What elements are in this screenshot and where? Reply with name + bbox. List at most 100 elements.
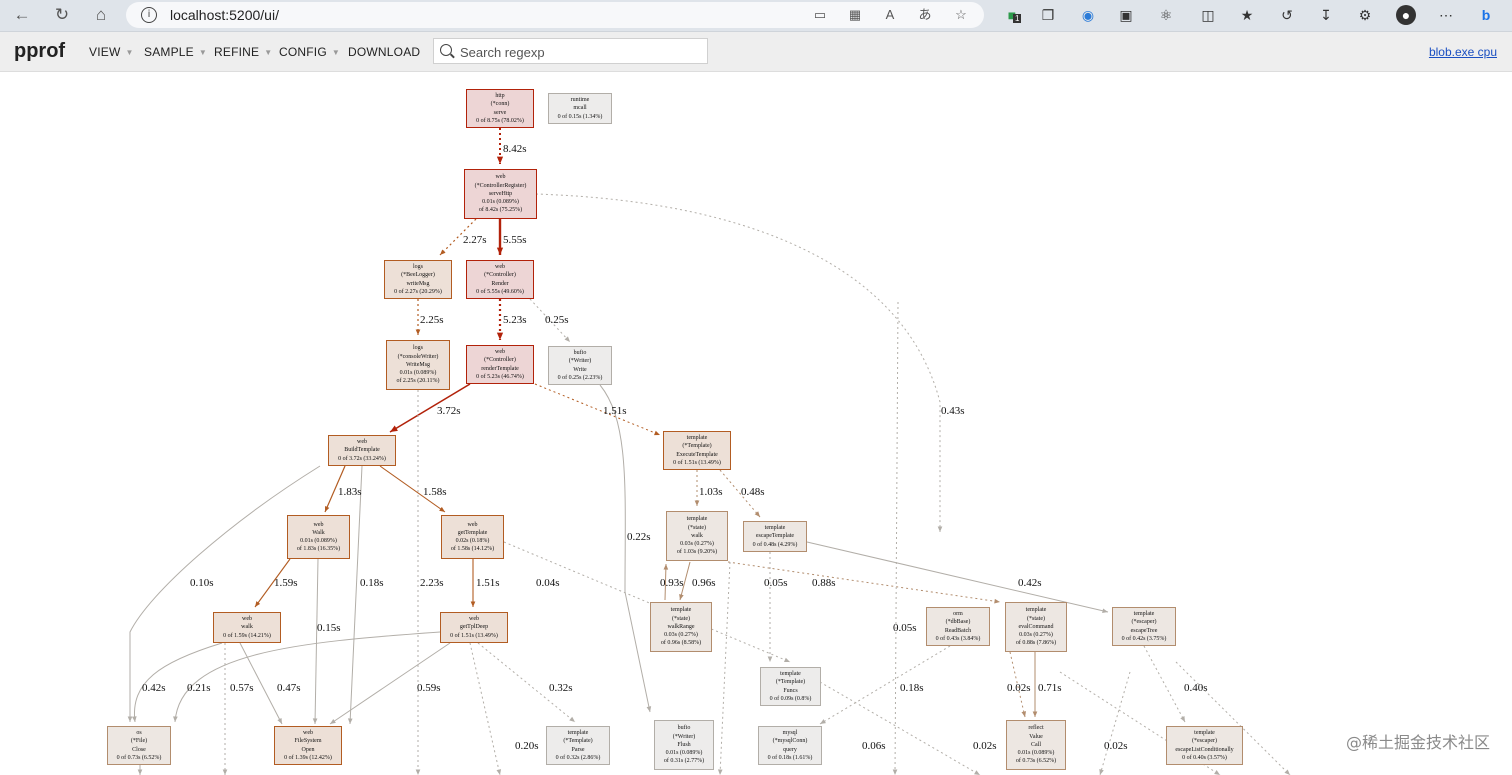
edge-weight-label: 0.59s	[417, 682, 441, 694]
graph-node-text: evalCommand	[1018, 623, 1054, 630]
graph-edge	[1099, 671, 1131, 775]
browser-toolbar: ← ↻ ⌂ i localhost:5200/ui/ ▭ ▦ A あ ☆ ■ 1 …	[0, 0, 1512, 32]
graph-node[interactable]: template (*state) evalCommand 0.03s (0.27%)…	[1005, 602, 1067, 652]
graph-node[interactable]: web getTplDeep 0 of 1.51s (13.49%)	[440, 612, 508, 643]
read-aloud-icon[interactable]: A	[881, 7, 899, 23]
graph-node-text: 0 of 0.15s (1.34%)	[557, 113, 603, 120]
graph-node[interactable]: logs (*BeeLogger) writeMsg 0 of 2.27s (20.2…	[384, 260, 452, 299]
profile-link[interactable]: blob.exe cpu	[1429, 45, 1497, 59]
performance-icon[interactable]: ⚙	[1355, 5, 1375, 25]
avatar[interactable]: ●	[1396, 5, 1416, 25]
graph-node-text: logs	[412, 264, 423, 271]
graph-node[interactable]: reflect Value Call 0.01s (0.089%) of 0.73s (…	[1006, 720, 1066, 770]
chevron-down-icon: ▼	[331, 48, 340, 57]
edge-arrowhead	[496, 332, 504, 340]
app-available-icon[interactable]: ▭	[811, 7, 829, 23]
menu-config[interactable]: CONFIG ▼	[279, 45, 340, 59]
graph-node[interactable]: mysql (*mysqlConn) query 0 of 0.18s (1.61%)	[758, 726, 822, 765]
more-menu-icon[interactable]: ⋯	[1436, 5, 1456, 25]
graph-node[interactable]: web (*Controller) Render 0 of 5.55s (49.60%…	[466, 260, 534, 299]
graph-node[interactable]: template (*Template) Parse 0 of 0.32s (2.86…	[546, 726, 610, 765]
graph-edge	[819, 645, 951, 725]
shield-extension-icon[interactable]: ■ 1	[1002, 5, 1022, 25]
search-box[interactable]	[433, 38, 708, 64]
copilot-icon[interactable]: b	[1476, 5, 1496, 25]
menu-sample[interactable]: SAMPLE ▼	[144, 45, 207, 59]
graph-node-text: 0.03s (0.27%)	[664, 632, 698, 639]
favorites-icon[interactable]: ★	[1237, 5, 1257, 25]
favorite-star-icon[interactable]: ☆	[952, 7, 970, 23]
graph-edges	[127, 128, 1291, 775]
profile-extension-icon[interactable]: ◉	[1078, 5, 1098, 25]
edge-arrowhead	[312, 718, 318, 724]
downloads-icon[interactable]: ↧	[1316, 5, 1336, 25]
graph-node-text: web	[242, 616, 252, 623]
menu-download[interactable]: DOWNLOAD	[348, 45, 420, 59]
menu-refine[interactable]: REFINE ▼	[214, 45, 272, 59]
site-info-icon[interactable]: i	[141, 7, 157, 23]
graph-node[interactable]: template escapeTemplate 0 of 0.48s (4.29%)	[743, 521, 807, 552]
graph-node-text: Flush	[677, 741, 691, 748]
graph-node[interactable]: web Walk 0.01s (0.089%) of 1.83s (16.35%)	[287, 515, 350, 559]
graph-node-text: (*state)	[688, 524, 706, 531]
graph-node[interactable]: web walk 0 of 1.59s (14.21%)	[213, 612, 281, 643]
graph-node[interactable]: template (*Template) ExecuteTemplate 0 of 1…	[663, 431, 731, 470]
menu-view[interactable]: VIEW ▼	[89, 45, 134, 59]
graph-node-text: 0 of 0.43s (3.84%)	[935, 635, 981, 642]
extensions-puzzle-icon[interactable]: ⚛	[1156, 5, 1176, 25]
edge-arrowhead	[415, 329, 421, 335]
graph-node[interactable]: web (*Controller) renderTemplate 0 of 5.23s…	[466, 345, 534, 384]
chevron-down-icon: ▼	[125, 48, 134, 57]
apps-grid-icon[interactable]: ▦	[846, 7, 864, 23]
graph-node-text: 0.01s (0.089%)	[482, 199, 519, 206]
edge-weight-label: 0.93s	[660, 577, 684, 589]
graph-node[interactable]: template (*Template) Funcs 0 of 0.09s (0.8%…	[760, 667, 821, 706]
graph-node-text: (*state)	[1027, 615, 1045, 622]
translate-icon[interactable]: あ	[916, 7, 934, 23]
edge-weight-label: 0.20s	[515, 740, 539, 752]
graph-node[interactable]: template (*state) walkRange 0.03s (0.27%) of…	[650, 602, 712, 652]
graph-node-text: bufio	[677, 725, 691, 732]
graph-node-text: os	[136, 730, 142, 737]
graph-node[interactable]: http (*conn) serve 0 of 8.75s (78.02%)	[466, 89, 534, 128]
graph-node[interactable]: logs (*consoleWriter) WriteMsg 0.01s (0.089…	[386, 340, 450, 390]
graph-node[interactable]: os (*File) Close 0 of 0.73s (6.52%)	[107, 726, 171, 765]
tab-actions-icon[interactable]: ▣	[1116, 5, 1136, 25]
history-icon[interactable]: ↺	[1277, 5, 1297, 25]
graph-node[interactable]: template (*escaper) escapeTree 0 of 0.42s (…	[1112, 607, 1176, 646]
edge-arrowhead	[694, 500, 700, 506]
graph-node[interactable]: web getTemplate 0.02s (0.18%) of 1.58s (14.…	[441, 515, 504, 559]
graph-node-text: template	[764, 525, 786, 532]
graph-node[interactable]: web (*ControllerRegister) serveHttp 0.01s (…	[464, 169, 537, 219]
graph-node-text: template	[1194, 730, 1215, 737]
graph-node[interactable]: template (*state) walk 0.03s (0.27%) of 1.03…	[666, 511, 728, 561]
graph-node-text: Funcs	[783, 687, 798, 694]
edge-weight-label: 8.42s	[503, 143, 527, 155]
graph-node[interactable]: bufio (*Writer) Write 0 of 0.25s (2.23%)	[548, 346, 612, 385]
call-graph[interactable]: http (*conn) serve 0 of 8.75s (78.02%) runti…	[0, 72, 1512, 775]
edge-weight-label: 0.42s	[1018, 577, 1042, 589]
graph-node[interactable]: bufio (*Writer) Flush 0.01s (0.089%) of 0.31…	[654, 720, 714, 770]
graph-node-text: Open	[301, 746, 315, 753]
graph-node-text: BuildTemplate	[344, 447, 380, 454]
address-bar[interactable]: i localhost:5200/ui/ ▭ ▦ A あ ☆	[126, 2, 984, 28]
graph-node[interactable]: orm (*dbBase) ReadBatch 0 of 0.43s (3.84%)	[926, 607, 990, 646]
refresh-icon[interactable]: ↻	[50, 4, 74, 26]
graph-node[interactable]: runtime mcall 0 of 0.15s (1.34%)	[548, 93, 612, 124]
edge-arrowhead	[173, 716, 178, 722]
graph-node-text: getTemplate	[457, 529, 488, 536]
pprof-logo[interactable]: pprof	[14, 40, 65, 63]
graph-node[interactable]: template (*escaper) escapeListConditionall…	[1166, 726, 1243, 765]
address-url[interactable]: localhost:5200/ui/	[170, 7, 279, 23]
graph-node-text: 0 of 1.39s (12.42%)	[284, 754, 332, 761]
graph-node[interactable]: web BuildTemplate 0 of 3.72s (33.24%)	[328, 435, 396, 466]
graph-node[interactable]: web FileSystem Open 0 of 1.39s (12.42%)	[274, 726, 342, 765]
graph-edge	[719, 561, 731, 775]
back-arrow-icon[interactable]: ←	[10, 4, 34, 26]
search-input[interactable]	[458, 42, 702, 62]
collections-icon[interactable]: ❐	[1038, 5, 1058, 25]
graph-node-text: runtime	[570, 97, 590, 104]
split-screen-icon[interactable]: ◫	[1198, 5, 1218, 25]
home-icon[interactable]: ⌂	[89, 4, 113, 26]
graph-node-text: 0.01s (0.089%)	[300, 538, 337, 544]
